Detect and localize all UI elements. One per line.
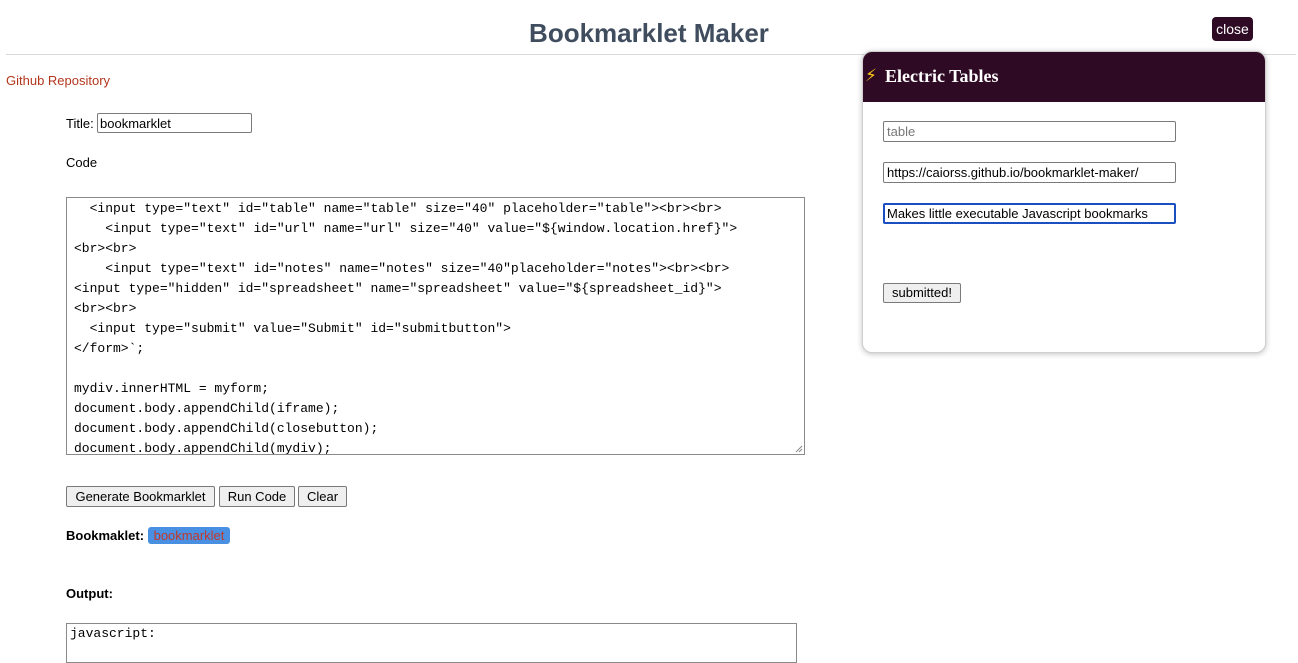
output-label: Output: — [66, 586, 113, 601]
electric-tables-panel: ⚡ Electric Tables submitted! — [862, 51, 1266, 353]
title-input[interactable] — [97, 113, 252, 133]
close-button[interactable]: close — [1212, 17, 1253, 41]
lightning-icon: ⚡ — [865, 66, 877, 85]
run-code-button[interactable]: Run Code — [219, 486, 295, 507]
bookmarklet-link[interactable]: bookmarklet — [148, 527, 230, 544]
resize-grip-icon[interactable] — [795, 445, 803, 453]
table-input[interactable] — [883, 121, 1176, 142]
notes-input[interactable] — [883, 203, 1176, 224]
page-title: Bookmarklet Maker — [529, 18, 769, 48]
github-repository-link[interactable]: Github Repository — [6, 73, 110, 88]
panel-title: Electric Tables — [885, 66, 999, 86]
title-label: Title: — [66, 116, 94, 131]
submit-button[interactable]: submitted! — [883, 283, 961, 303]
output-textarea[interactable]: javascript: — [66, 623, 797, 663]
clear-button[interactable]: Clear — [298, 486, 347, 507]
bookmarklet-label: Bookmaklet: — [66, 528, 145, 543]
code-textarea[interactable]: <input type="text" id="table" name="tabl… — [66, 197, 805, 455]
code-label: Code — [66, 155, 98, 170]
generate-bookmarklet-button[interactable]: Generate Bookmarklet — [66, 486, 215, 507]
url-input[interactable] — [883, 162, 1176, 183]
panel-header: ⚡ Electric Tables — [863, 52, 1265, 102]
code-text: <input type="text" id="table" name="tabl… — [74, 201, 738, 455]
